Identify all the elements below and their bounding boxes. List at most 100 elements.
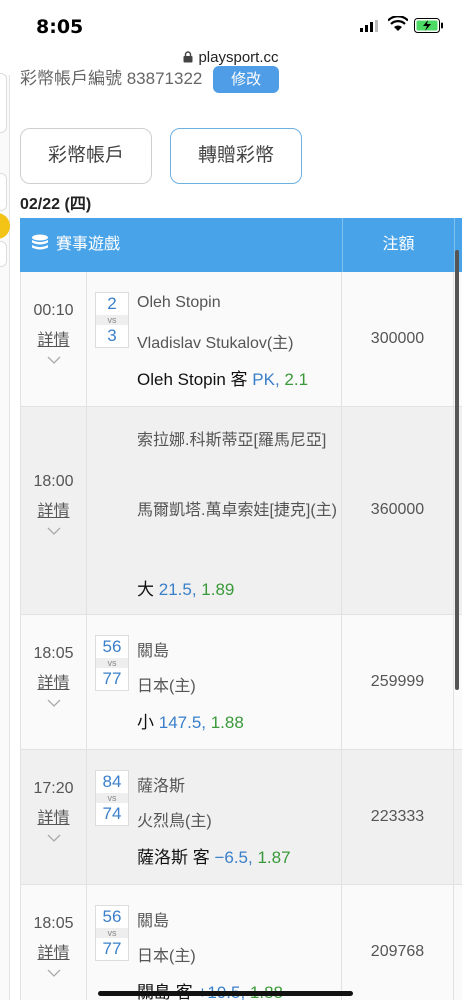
away-team: 關島 [137,913,170,930]
chevron-down-icon[interactable] [47,527,61,535]
game-cell: 84 vs 74 薩洛斯 火烈鳥(主) 薩洛斯 客 −6.5, 1.87 [87,750,342,884]
game-time: 18:05 [33,645,74,662]
away-score: 56 [102,907,122,926]
home-score: 74 [102,804,122,823]
table-row: 18:00 詳情 索拉娜.科斯蒂亞[羅馬尼亞] 馬爾凱塔.萬卓索娃[捷克](主)… [20,407,462,615]
lock-icon [183,51,193,63]
home-score: 77 [102,669,122,688]
table-row: 17:20 詳情 84 vs 74 薩洛斯 火烈鳥(主) 薩洛斯 客 −6.5,… [20,750,462,885]
amount-cell: 360000 [342,407,454,614]
header-game: 賽事遊戲 [21,218,342,272]
chevron-down-icon[interactable] [47,969,61,977]
coins-account-button[interactable]: 彩幣帳戶 [20,128,152,184]
account-number-text: 彩幣帳戶編號 83871322 [20,69,203,88]
account-number: 彩幣帳戶編號 83871322 修改 [20,64,280,93]
home-team: 日本(主) [137,948,196,965]
pick-side: 大 [137,580,159,599]
home-team: 火烈鳥(主) [137,813,212,830]
vs-label: vs [96,658,128,668]
score-box: 84 vs 74 [95,770,129,826]
status-time: 8:05 [36,16,84,38]
bet-pick: Oleh Stopin 客 PK, 2.1 [137,365,308,390]
game-time: 18:00 [33,473,74,490]
game-cell: 56 vs 77 關島 日本(主) 關島 客 +19.5, 1.88 [87,885,342,1000]
header-amount: 注額 [342,218,454,272]
score-box: 2 vs 3 [95,292,129,348]
home-score: 3 [107,326,117,345]
game-cell: 2 vs 3 Oleh Stopin Vladislav Stukalov(主)… [87,272,342,406]
transfer-coins-button[interactable]: 轉贈彩幣 [170,128,302,184]
game-time: 00:10 [33,302,74,319]
home-team: 日本(主) [137,678,196,695]
bet-pick: 關島 客 +19.5, 1.88 [137,978,283,1000]
side-tab[interactable] [0,173,7,211]
pick-odds: 1.88 [206,713,244,732]
vs-label: vs [96,315,128,325]
bet-amount: 209768 [370,943,425,960]
bet-pick: 小 147.5, 1.88 [137,708,244,733]
detail-link[interactable]: 詳情 [21,804,86,828]
away-score: 56 [102,637,122,656]
time-cell: 17:20 詳情 [21,750,87,884]
amount-cell: 209768 [342,885,454,1000]
score-box: 56 vs 77 [95,635,129,691]
home-team: 馬爾凱塔.萬卓索娃[捷克](主) [137,502,337,519]
pick-line: 147.5, [158,713,206,732]
pick-side: Oleh Stopin 客 [137,370,253,389]
battery-charging-icon [414,18,443,33]
amount-cell: 259999 [342,615,454,749]
pick-line: 21.5, [158,580,197,599]
amount-cell: 223333 [342,750,454,884]
table-header: 賽事遊戲 注額 [20,218,462,272]
detail-link[interactable]: 詳情 [21,326,86,350]
extra-cell [454,750,462,884]
side-tab[interactable] [0,241,7,267]
bet-amount: 360000 [370,501,425,518]
bet-amount: 300000 [370,330,425,347]
score-box: 56 vs 77 [95,905,129,961]
header-game-label: 賽事遊戲 [56,236,121,253]
home-score: 77 [102,939,122,958]
status-bar: 8:05 [0,0,462,44]
bet-table: 賽事遊戲 注額 00:10 詳情 2 vs 3 Oleh Stopin Vlad… [20,218,462,1000]
table-row: 18:05 詳情 56 vs 77 關島 日本(主) 關島 客 +19.5, 1… [20,885,462,1000]
away-team: 索拉娜.科斯蒂亞[羅馬尼亞] [137,432,327,449]
side-tab[interactable] [0,73,7,133]
chevron-down-icon[interactable] [47,356,61,364]
detail-link[interactable]: 詳情 [21,497,86,521]
away-team: 關島 [137,643,170,660]
pick-line: PK, [252,370,280,389]
chevron-down-icon[interactable] [47,834,61,842]
edit-account-button[interactable]: 修改 [213,66,280,93]
side-highlight-marker [0,213,10,239]
date-heading: 02/22 (四) [20,196,92,213]
time-cell: 00:10 詳情 [21,272,87,406]
vs-label: vs [96,793,128,803]
detail-link[interactable]: 詳情 [21,939,86,963]
side-rail [0,73,10,1000]
bet-amount: 223333 [370,808,425,825]
pick-odds: 1.87 [252,848,291,867]
game-cell: 索拉娜.科斯蒂亞[羅馬尼亞] 馬爾凱塔.萬卓索娃[捷克](主) 大 21.5, … [87,407,342,614]
table-row: 00:10 詳情 2 vs 3 Oleh Stopin Vladislav St… [20,272,462,407]
pick-line: −6.5, [214,848,253,867]
time-cell: 18:00 詳情 [21,407,87,614]
bet-pick: 薩洛斯 客 −6.5, 1.87 [137,843,291,868]
extra-cell [454,885,462,1000]
pick-odds: 1.89 [196,580,235,599]
bet-pick: 大 21.5, 1.89 [137,575,234,600]
away-score: 84 [102,772,122,791]
amount-cell: 300000 [342,272,454,406]
chevron-down-icon[interactable] [47,699,61,707]
signal-icon [360,20,378,32]
away-score: 2 [107,294,117,313]
database-icon [32,234,48,250]
game-time: 17:20 [33,780,74,797]
pick-side: 小 [137,713,159,732]
detail-link[interactable]: 詳情 [21,669,86,693]
game-cell: 56 vs 77 關島 日本(主) 小 147.5, 1.88 [87,615,342,749]
home-indicator[interactable] [98,991,353,996]
scrollbar[interactable] [455,250,459,690]
away-team: 薩洛斯 [137,778,186,795]
pick-odds: 2.1 [279,370,309,389]
